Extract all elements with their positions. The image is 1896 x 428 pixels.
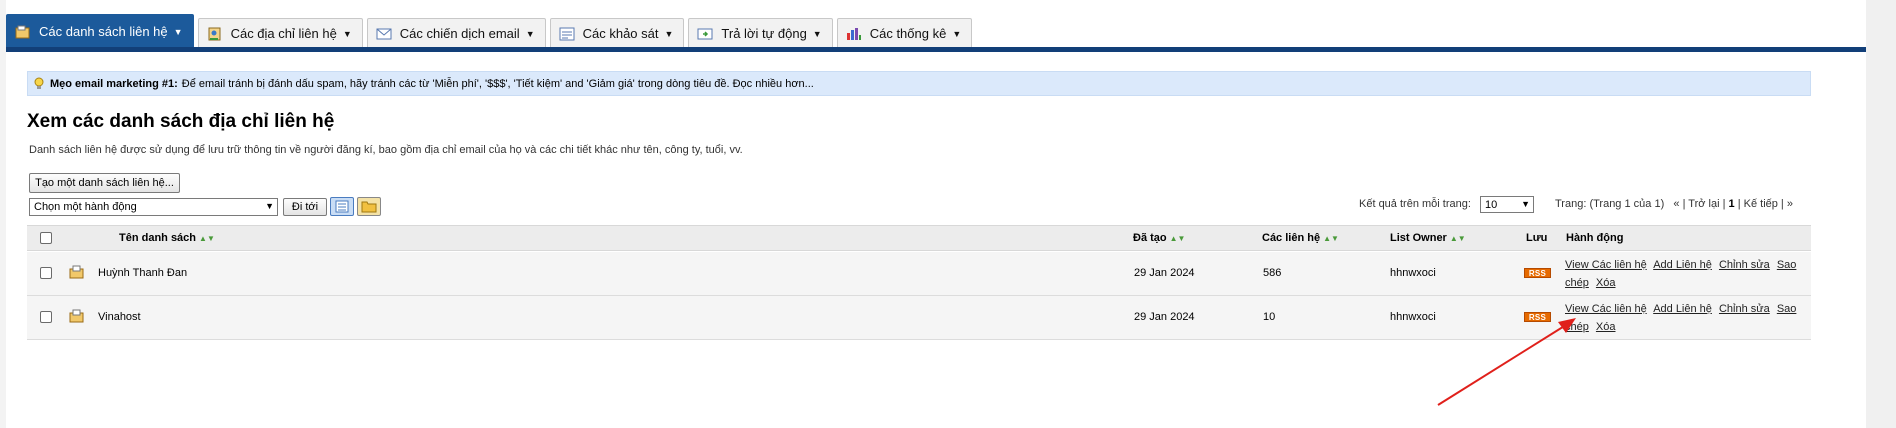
contact-list-icon — [69, 309, 84, 323]
edit-link[interactable]: Chỉnh sửa — [1719, 303, 1770, 315]
page-title: Xem các danh sách địa chỉ liên hệ — [27, 111, 335, 132]
action-select-value: Chọn một hành động — [34, 201, 137, 213]
chevron-down-icon: ▼ — [525, 28, 535, 39]
row-actions: View Các liên hệ Add Liên hệ Chỉnh sửa S… — [1565, 256, 1805, 292]
tab-label: Các chiến dịch email — [399, 26, 520, 41]
per-page-label: Kết quả trên mỗi trang: — [1359, 198, 1471, 210]
add-contact-link[interactable]: Add Liên hệ — [1653, 303, 1712, 315]
delete-link[interactable]: Xóa — [1596, 277, 1616, 289]
tip-text: Để email tránh bị đánh dấu spam, hãy trá… — [181, 77, 814, 90]
tab-label: Các địa chỉ liên hệ — [230, 26, 337, 41]
created-date: 29 Jan 2024 — [1134, 311, 1195, 323]
sort-icon[interactable]: ▲▼ — [199, 234, 215, 243]
paging-nav-prev[interactable]: « | Trở lại | — [1673, 198, 1725, 210]
left-gutter — [0, 0, 6, 428]
list-name[interactable]: Huỳnh Thanh Đan — [98, 267, 187, 279]
col-actions-header: Hành động — [1566, 232, 1624, 244]
paging-text: Trang: (Trang 1 của 1) — [1555, 198, 1665, 210]
tab-surveys[interactable]: Các khảo sát ▼ — [549, 18, 685, 48]
created-date: 29 Jan 2024 — [1134, 267, 1195, 279]
add-contact-link[interactable]: Add Liên hệ — [1653, 259, 1712, 271]
right-gutter — [1866, 0, 1896, 428]
delete-link[interactable]: Xóa — [1596, 321, 1616, 333]
tab-label: Các khảo sát — [582, 26, 659, 41]
list-owner: hhnwxoci — [1390, 267, 1436, 279]
rss-badge[interactable]: RSS — [1524, 268, 1551, 278]
per-page-value: 10 — [1485, 198, 1498, 211]
sort-icon[interactable]: ▲▼ — [1450, 234, 1466, 243]
create-list-button[interactable]: Tạo một danh sách liên hệ... — [29, 173, 180, 193]
rss-badge[interactable]: RSS — [1524, 312, 1551, 322]
main-tabs: Các danh sách liên hệ ▼ Các địa chỉ liên… — [6, 14, 976, 48]
row-checkbox[interactable] — [40, 267, 52, 279]
col-name-label: Tên danh sách — [119, 232, 197, 244]
page-description: Danh sách liên hệ được sử dụng để lưu tr… — [29, 144, 743, 156]
col-save-header: Lưu — [1526, 232, 1548, 244]
edit-link[interactable]: Chỉnh sửa — [1719, 259, 1770, 271]
tab-label: Các thống kê — [869, 26, 947, 41]
survey-icon — [559, 27, 575, 40]
chevron-down-icon: ▼ — [265, 201, 274, 211]
sort-icon[interactable]: ▲▼ — [1170, 234, 1186, 243]
address-book-icon — [208, 27, 221, 40]
tip-banner: Mẹo email marketing #1: Để email tránh b… — [27, 71, 1811, 96]
pagination: Trang: (Trang 1 của 1) « | Trở lại | 1 |… — [1555, 198, 1793, 210]
paging-current: 1 — [1728, 198, 1735, 210]
lightbulb-icon — [34, 77, 44, 89]
contact-list-icon — [69, 265, 84, 279]
tab-label: Trả lời tự động — [721, 26, 807, 41]
col-name-header[interactable]: Tên danh sách ▲▼ — [119, 232, 215, 244]
app-window: Các danh sách liên hệ ▼ Các địa chỉ liên… — [0, 0, 1896, 428]
list-owner: hhnwxoci — [1390, 311, 1436, 323]
action-select[interactable]: Chọn một hành động ▼ — [29, 198, 278, 216]
folder-view-icon[interactable] — [357, 197, 381, 216]
autoresponder-icon — [697, 28, 713, 39]
chevron-down-icon: ▼ — [342, 28, 352, 39]
chevron-down-icon: ▼ — [952, 28, 962, 39]
tab-autoresponders[interactable]: Trả lời tự động ▼ — [688, 18, 833, 48]
per-page-select[interactable]: 10 ▼ — [1480, 196, 1534, 213]
col-contacts-label: Các liên hệ — [1262, 232, 1321, 244]
chevron-down-icon: ▼ — [812, 28, 822, 39]
view-contacts-link[interactable]: View Các liên hệ — [1565, 259, 1647, 271]
row-checkbox[interactable] — [40, 311, 52, 323]
table-row: Huỳnh Thanh Đan 29 Jan 2024 586 hhnwxoci… — [27, 252, 1811, 296]
col-owner-header[interactable]: List Owner ▲▼ — [1390, 232, 1466, 244]
tip-title: Mẹo email marketing #1: — [50, 77, 178, 90]
list-view-icon[interactable] — [330, 197, 354, 216]
tab-addresses[interactable]: Các địa chỉ liên hệ ▼ — [197, 18, 363, 48]
col-created-header[interactable]: Đã tạo ▲▼ — [1133, 232, 1185, 244]
chevron-down-icon: ▼ — [173, 26, 183, 37]
tab-email-campaigns[interactable]: Các chiến dịch email ▼ — [366, 18, 546, 48]
sort-icon[interactable]: ▲▼ — [1323, 234, 1339, 243]
contacts-count: 586 — [1263, 267, 1282, 279]
bar-chart-icon — [846, 27, 861, 40]
col-contacts-header[interactable]: Các liên hệ ▲▼ — [1262, 232, 1339, 244]
table-header: Tên danh sách ▲▼ Đã tạo ▲▼ Các liên hệ ▲▼ L… — [27, 225, 1811, 251]
contacts-count: 10 — [1263, 311, 1276, 323]
paging-nav-next[interactable]: | Kế tiếp | » — [1738, 198, 1793, 210]
nav-bar — [6, 47, 1866, 52]
table-row: Vinahost 29 Jan 2024 10 hhnwxoci RSS Vie… — [27, 296, 1811, 340]
envelope-icon — [376, 28, 392, 39]
go-button[interactable]: Đi tới — [283, 198, 327, 216]
col-created-label: Đã tạo — [1133, 232, 1167, 244]
chevron-down-icon: ▼ — [664, 28, 674, 39]
chevron-down-icon: ▼ — [1521, 199, 1530, 209]
col-owner-label: List Owner — [1390, 232, 1447, 244]
tab-label: Các danh sách liên hệ — [39, 24, 168, 39]
contact-list-icon — [15, 25, 30, 38]
view-contacts-link[interactable]: View Các liên hệ — [1565, 303, 1647, 315]
tab-statistics[interactable]: Các thống kê ▼ — [836, 18, 973, 48]
tab-contact-lists[interactable]: Các danh sách liên hệ ▼ — [6, 14, 194, 48]
list-name[interactable]: Vinahost — [98, 311, 141, 323]
select-all-checkbox[interactable] — [40, 232, 52, 244]
row-actions: View Các liên hệ Add Liên hệ Chỉnh sửa S… — [1565, 300, 1805, 336]
